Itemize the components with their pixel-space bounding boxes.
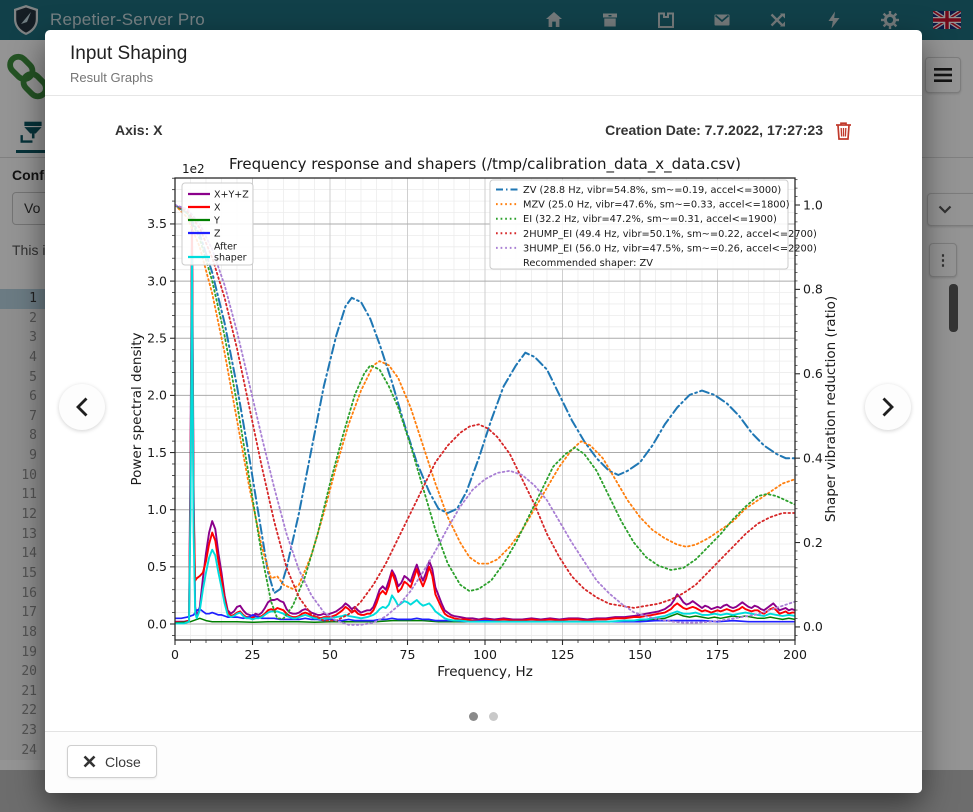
chevron-right-icon	[880, 396, 896, 418]
legend-psd: X+Y+Z XYZshaper	[182, 183, 253, 265]
screen: Repetier-Server Pro	[0, 0, 973, 812]
input-shaping-dialog: Input Shaping Result Graphs Axis: X Crea…	[45, 30, 922, 793]
svg-text:ZV (28.8 Hz, vibr=54.8%, sm~=0: ZV (28.8 Hz, vibr=54.8%, sm~=0.19, accel…	[523, 185, 781, 196]
svg-text:Power spectral density: Power spectral density	[129, 332, 145, 485]
svg-text:0.4: 0.4	[803, 450, 823, 465]
svg-text:0.5: 0.5	[147, 559, 167, 574]
chevron-left-icon	[74, 396, 90, 418]
svg-text:After: After	[214, 242, 237, 253]
svg-text:Shaper vibration reduction (ra: Shaper vibration reduction (ratio)	[823, 296, 839, 522]
close-button-label: Close	[105, 754, 141, 770]
svg-text:shaper: shaper	[214, 253, 247, 264]
svg-text:2HUMP_EI (49.4 Hz, vibr=50.1%,: 2HUMP_EI (49.4 Hz, vibr=50.1%, sm~=0.22,…	[523, 229, 817, 240]
svg-text:Y: Y	[213, 216, 220, 227]
carousel-dots	[115, 708, 852, 726]
svg-text:Frequency response and shapers: Frequency response and shapers (/tmp/cal…	[229, 155, 741, 174]
carousel-dot-2[interactable]	[489, 712, 498, 721]
close-button[interactable]: Close	[67, 745, 157, 778]
svg-text:200: 200	[783, 647, 807, 662]
svg-text:0.8: 0.8	[803, 282, 823, 297]
svg-text:Frequency, Hz: Frequency, Hz	[437, 664, 533, 680]
svg-text:125: 125	[551, 647, 575, 662]
svg-text:0.0: 0.0	[147, 616, 167, 631]
svg-text:1e2: 1e2	[182, 162, 205, 176]
svg-text:75: 75	[400, 647, 416, 662]
carousel-dot-1[interactable]	[469, 712, 478, 721]
svg-text:25: 25	[245, 647, 261, 662]
svg-text:0.2: 0.2	[803, 535, 823, 550]
svg-text:50: 50	[322, 647, 338, 662]
svg-text:0: 0	[171, 647, 179, 662]
svg-text:1.5: 1.5	[147, 445, 167, 460]
dialog-header: Input Shaping Result Graphs	[45, 30, 922, 96]
close-icon	[83, 755, 96, 768]
carousel-next-button[interactable]	[865, 384, 911, 430]
svg-text:3HUMP_EI (56.0 Hz, vibr=47.5%,: 3HUMP_EI (56.0 Hz, vibr=47.5%, sm~=0.26,…	[523, 243, 817, 254]
svg-text:2.5: 2.5	[147, 331, 167, 346]
dialog-title: Input Shaping	[70, 43, 187, 65]
svg-text:X+Y+Z: X+Y+Z	[214, 190, 249, 201]
svg-text:1.0: 1.0	[803, 197, 823, 212]
result-chart-svg: 0 25 50 75 100 125 150 175 200 0.0 0.5 1.0 1.5 2.0 2.5…	[115, 145, 852, 697]
svg-text:3.0: 3.0	[147, 273, 167, 288]
svg-text:3.5: 3.5	[147, 216, 167, 231]
svg-text:X: X	[214, 203, 221, 214]
trash-icon[interactable]	[835, 121, 852, 140]
svg-text:0.0: 0.0	[803, 619, 823, 634]
svg-text:1.0: 1.0	[147, 502, 167, 517]
axis-label: Axis: X	[115, 122, 162, 138]
dialog-subtitle: Result Graphs	[70, 70, 153, 85]
svg-text:175: 175	[706, 647, 730, 662]
dialog-footer: Close	[45, 731, 922, 793]
svg-text:MZV (25.0 Hz, vibr=47.6%, sm~=: MZV (25.0 Hz, vibr=47.6%, sm~=0.33, acce…	[523, 200, 790, 211]
carousel-prev-button[interactable]	[59, 384, 105, 430]
svg-text:Z: Z	[214, 229, 221, 240]
svg-text:0.6: 0.6	[803, 366, 823, 381]
creation-date-group: Creation Date: 7.7.2022, 17:27:23	[605, 121, 852, 140]
graph-meta-row: Axis: X Creation Date: 7.7.2022, 17:27:2…	[115, 118, 852, 142]
svg-text:150: 150	[628, 647, 652, 662]
result-graph: 0 25 50 75 100 125 150 175 200 0.0 0.5 1.0 1.5 2.0 2.5…	[115, 145, 852, 697]
svg-text:EI (32.2 Hz, vibr=47.2%, sm~=0: EI (32.2 Hz, vibr=47.2%, sm~=0.31, accel…	[523, 214, 777, 225]
creation-date: Creation Date: 7.7.2022, 17:27:23	[605, 122, 823, 138]
svg-text:Recommended shaper: ZV: Recommended shaper: ZV	[523, 258, 653, 269]
svg-text:2.0: 2.0	[147, 388, 167, 403]
svg-text:100: 100	[473, 647, 497, 662]
